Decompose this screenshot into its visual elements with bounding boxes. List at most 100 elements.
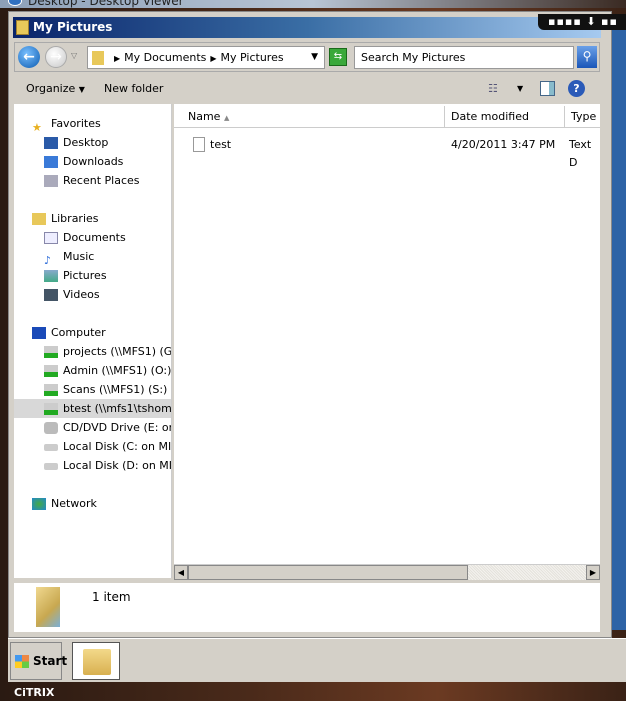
nav-network[interactable]: Network — [32, 494, 171, 513]
scroll-thumb[interactable] — [188, 565, 468, 580]
nav-label: Admin (\\MFS1) (O:) — [63, 364, 172, 377]
nav-label: Libraries — [51, 212, 99, 225]
start-label: Start — [33, 654, 68, 668]
network-drive-icon — [44, 384, 58, 396]
nav-item-local-disk[interactable]: Local Disk (C: on MITB — [44, 437, 172, 456]
nav-item-drive[interactable]: Admin (\\MFS1) (O:) — [44, 361, 172, 380]
disk-icon — [44, 462, 58, 470]
nav-label: Downloads — [63, 155, 124, 168]
nav-label: Local Disk (D: on MITB — [63, 459, 172, 472]
address-bar[interactable]: ▶ My Documents ▶ My Pictures ▼ — [87, 46, 325, 69]
file-date: 4/20/2011 3:47 PM — [451, 138, 556, 151]
dvd-drive-icon — [44, 422, 58, 434]
nav-item-desktop[interactable]: Desktop — [44, 133, 171, 152]
nav-item-videos[interactable]: Videos — [44, 285, 171, 304]
music-icon: ♪ — [44, 254, 52, 267]
star-icon: ★ — [32, 121, 42, 134]
refresh-button[interactable]: ⇆ — [329, 48, 347, 66]
nav-label: Desktop — [63, 136, 109, 149]
pictures-icon — [44, 270, 58, 282]
nav-favorites[interactable]: ★ Favorites — [32, 114, 171, 134]
navigation-pane: ★ Favorites Desktop Downloads Recent Plac… — [14, 104, 172, 578]
preview-pane-icon[interactable] — [540, 81, 555, 96]
column-header-name[interactable]: Name ▲ — [182, 106, 445, 128]
text-file-icon — [193, 137, 205, 152]
nav-computer[interactable]: Computer — [32, 323, 171, 342]
organize-label: Organize — [26, 82, 76, 95]
nav-label: projects (\\MFS1) (G:) — [63, 345, 172, 358]
nav-label: Documents — [63, 231, 126, 244]
view-icon[interactable]: ☷ — [488, 82, 498, 95]
downloads-icon — [44, 156, 58, 168]
new-folder-button[interactable]: New folder — [104, 82, 163, 95]
nav-item-drive[interactable]: btest (\\mfs1\tshome4 — [14, 399, 171, 418]
folder-icon — [16, 20, 29, 35]
citrix-logo: CiTRIX — [14, 686, 55, 699]
desktop-icon — [44, 137, 58, 149]
back-button[interactable]: ← — [18, 46, 40, 68]
computer-icon — [32, 327, 46, 339]
scroll-right-button[interactable]: ▶ — [586, 565, 600, 580]
search-icon[interactable]: ⚲ — [577, 46, 597, 68]
disk-icon — [44, 443, 58, 451]
start-button[interactable]: Start — [10, 642, 67, 680]
column-headers: Name ▲ Date modified Type — [174, 106, 600, 128]
nav-item-dvd[interactable]: CD/DVD Drive (E: on M — [44, 418, 171, 437]
nav-item-local-disk[interactable]: Local Disk (D: on MITB — [44, 456, 172, 475]
nav-label: Pictures — [63, 269, 107, 282]
organize-button[interactable]: Organize ▼ — [26, 82, 85, 95]
column-header-type[interactable]: Type — [565, 106, 605, 128]
nav-label: Music — [63, 250, 95, 263]
videos-icon — [44, 289, 58, 301]
recent-pages-chevron-icon[interactable]: ▽ — [71, 51, 77, 60]
nav-item-recent-places[interactable]: Recent Places — [44, 171, 171, 190]
nav-label: Videos — [63, 288, 100, 301]
nav-item-music[interactable]: ♪ Music — [44, 247, 171, 267]
folder-icon — [92, 51, 104, 65]
nav-item-downloads[interactable]: Downloads — [44, 152, 171, 171]
taskbar-explorer-button[interactable] — [72, 642, 120, 680]
breadcrumb-my-pictures[interactable]: My Pictures — [221, 51, 284, 64]
nav-label: Scans (\\MFS1) (S:) — [63, 383, 168, 396]
window-title: My Pictures — [33, 20, 113, 34]
command-bar: Organize ▼ New folder ☷ ▼ ? — [14, 76, 600, 102]
network-drive-icon — [44, 403, 58, 415]
column-label: Name — [188, 110, 221, 123]
explorer-icon — [83, 649, 111, 675]
forward-button[interactable]: → — [45, 46, 67, 68]
citrix-toolbar[interactable]: ▪▪▪▪ ⬇ ▪▪ — [538, 14, 626, 30]
file-row[interactable]: test 4/20/2011 3:47 PM Text D — [190, 136, 600, 169]
recent-places-icon — [44, 175, 58, 187]
network-drive-icon — [44, 346, 58, 358]
network-icon — [32, 498, 46, 510]
nav-item-pictures[interactable]: Pictures — [44, 266, 171, 285]
nav-label: Recent Places — [63, 174, 140, 187]
nav-label: Local Disk (C: on MITB — [63, 440, 172, 453]
taskbar: Start — [8, 638, 626, 682]
nav-label: Network — [51, 497, 97, 510]
breadcrumb-my-documents[interactable]: My Documents — [124, 51, 206, 64]
windows-logo-icon — [15, 655, 29, 668]
details-pane: 1 item — [14, 583, 600, 632]
nav-item-drive[interactable]: projects (\\MFS1) (G:) — [44, 342, 172, 361]
address-row: ← → ▽ ▶ My Documents ▶ My Pictures ▼ ⇆ Sear… — [14, 42, 600, 72]
nav-item-drive[interactable]: Scans (\\MFS1) (S:) — [44, 380, 171, 399]
help-icon[interactable]: ? — [568, 80, 585, 97]
scroll-left-button[interactable]: ◀ — [174, 565, 188, 580]
search-input[interactable]: Search My Pictures — [354, 46, 574, 69]
viewer-title: Desktop - Desktop Viewer — [0, 0, 626, 8]
documents-icon — [44, 232, 58, 244]
column-header-date[interactable]: Date modified — [445, 106, 565, 128]
window-titlebar: My Pictures — [13, 17, 601, 38]
pictures-folder-icon — [36, 587, 60, 627]
libraries-icon — [32, 213, 46, 225]
horizontal-scrollbar[interactable]: ◀ ▶ — [174, 564, 600, 580]
nav-label: Favorites — [51, 117, 101, 130]
view-chevron-down-icon[interactable]: ▼ — [517, 84, 523, 93]
nav-libraries[interactable]: Libraries — [32, 209, 171, 228]
file-type: Text D — [569, 138, 592, 169]
nav-label: Computer — [51, 326, 106, 339]
network-drive-icon — [44, 365, 58, 377]
nav-item-documents[interactable]: Documents — [44, 228, 171, 247]
chevron-down-icon[interactable]: ▼ — [311, 47, 318, 68]
